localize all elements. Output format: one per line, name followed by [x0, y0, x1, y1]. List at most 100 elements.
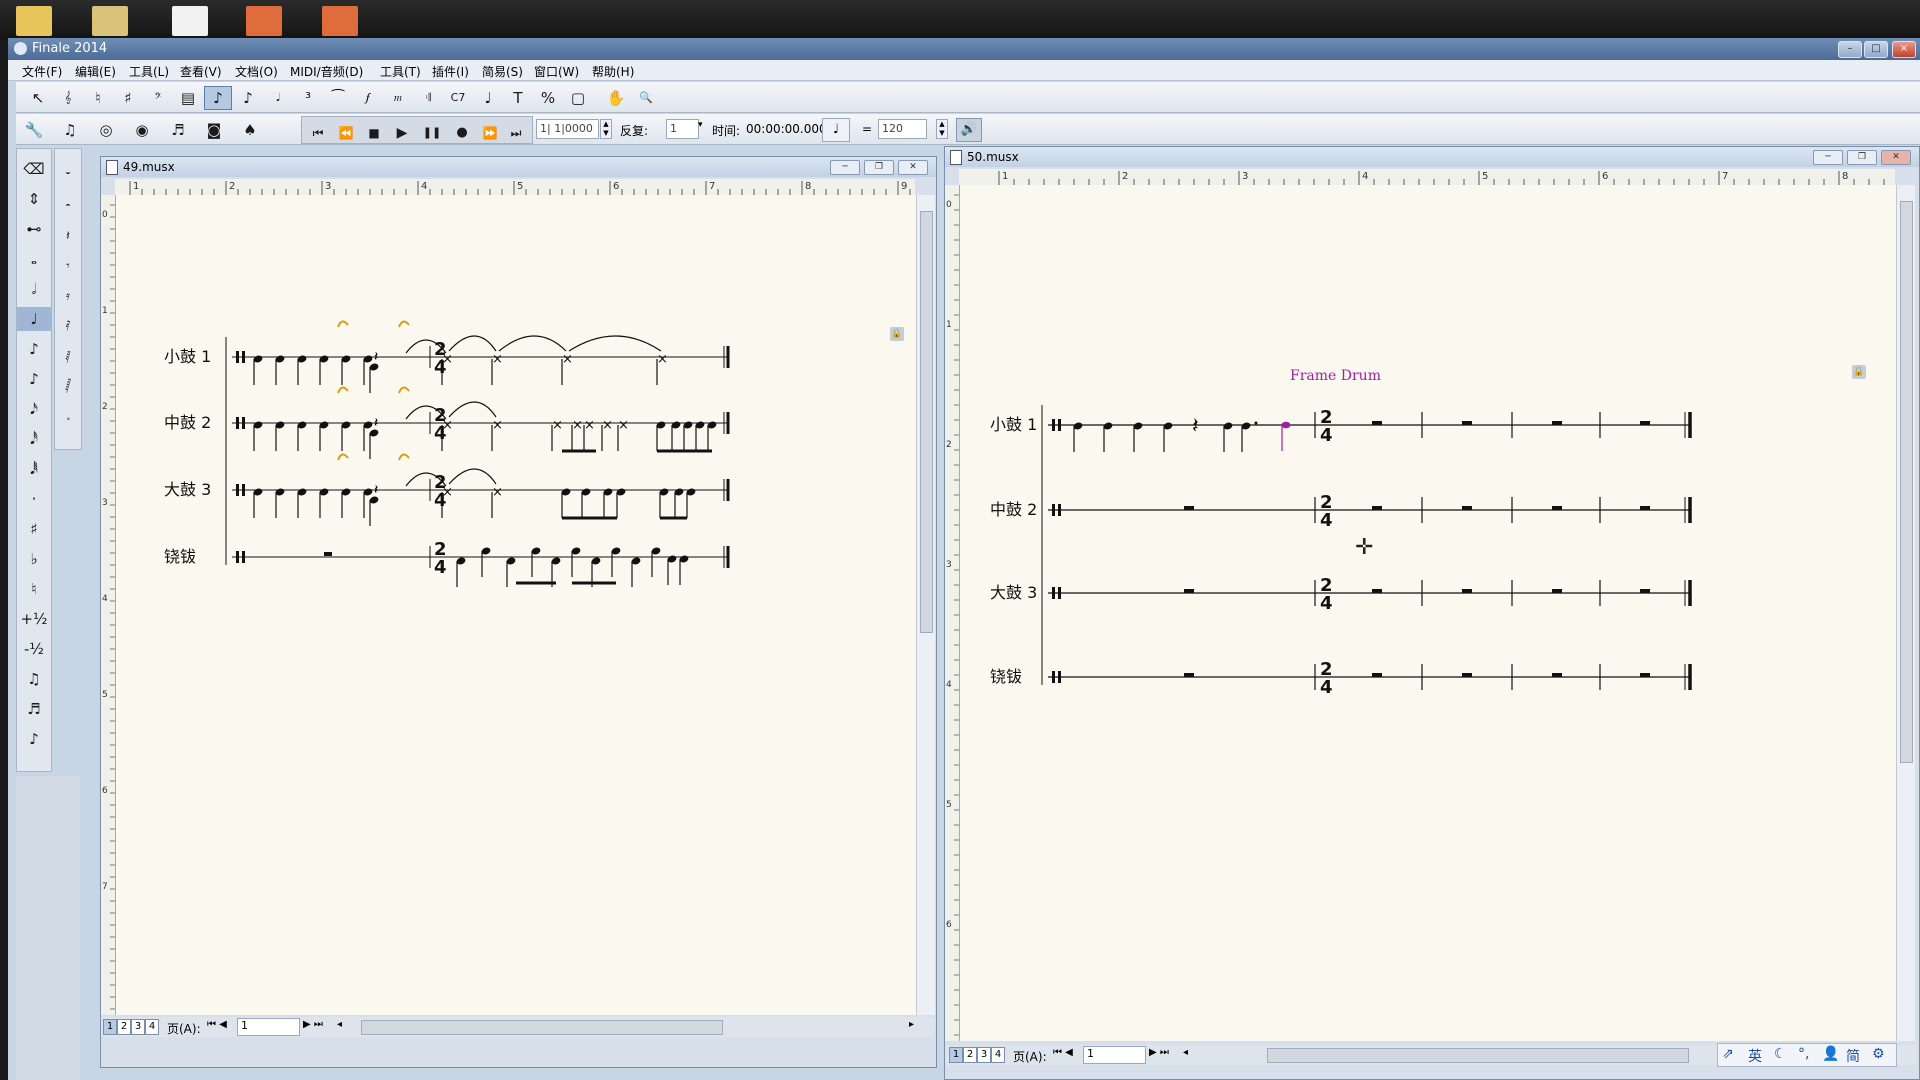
- rewind-start-button[interactable]: ⏮: [304, 121, 332, 145]
- tempo-note-icon[interactable]: ♩: [822, 118, 850, 142]
- simple-entry-tool-icon[interactable]: ♪: [204, 86, 232, 110]
- speedy-entry-tool-icon[interactable]: ♪: [234, 86, 262, 110]
- page-2-button[interactable]: 2: [117, 1019, 131, 1035]
- fast-forward-button[interactable]: ⏩: [476, 121, 504, 145]
- rest-item-4[interactable]: 𝄾: [55, 255, 81, 279]
- palette-item-10[interactable]: 𝅘𝅥𝅰: [17, 427, 51, 451]
- chord-tool-icon[interactable]: C7: [444, 86, 472, 110]
- ossia-tool-icon[interactable]: ♬: [164, 118, 192, 142]
- powerpoint-file-icon[interactable]: [322, 6, 358, 36]
- clef-tool-icon[interactable]: ♮: [84, 86, 112, 110]
- record-button[interactable]: ●: [448, 121, 476, 145]
- text-tool-icon[interactable]: T: [504, 86, 532, 110]
- doc2-vertical-scrollbar[interactable]: [1896, 185, 1915, 1041]
- maximize-button[interactable]: □: [1864, 41, 1888, 58]
- zoom-icon[interactable]: 🔍: [632, 86, 660, 110]
- note-mover-icon[interactable]: ◙: [200, 118, 228, 142]
- page-4-button[interactable]: 4: [145, 1019, 159, 1035]
- measure-tool-icon[interactable]: ▤: [174, 86, 202, 110]
- menu-tools2[interactable]: 工具(T): [380, 63, 421, 80]
- staff-tool-icon[interactable]: 𝄞: [54, 86, 82, 110]
- gear-icon[interactable]: ⚙: [1872, 1046, 1885, 1062]
- pdf-file-icon[interactable]: [172, 6, 208, 36]
- palette-item-11[interactable]: 𝅘𝅥𝅱: [17, 457, 51, 481]
- midi-tool-icon[interactable]: ♫: [56, 118, 84, 142]
- palette-item-15[interactable]: ♮: [17, 577, 51, 601]
- hand-grabber-icon[interactable]: ✋: [602, 86, 630, 110]
- page-1-button[interactable]: 1: [103, 1019, 117, 1035]
- folder-icon[interactable]: [16, 6, 52, 36]
- palette-item-5[interactable]: 𝅗𝅥: [17, 277, 51, 301]
- page-layout-tool-icon[interactable]: ▢: [564, 86, 592, 110]
- measure-counter-field[interactable]: 1| 1|0000: [536, 119, 599, 139]
- minimize-button[interactable]: –: [1838, 41, 1862, 58]
- lock-icon[interactable]: 🔒: [1852, 365, 1866, 379]
- tempo-spinner[interactable]: ▲ ▼: [936, 119, 948, 139]
- page-number-field[interactable]: 1: [1083, 1046, 1146, 1064]
- doc2-hscroll-thumb[interactable]: [1267, 1048, 1689, 1063]
- doc1-close-button[interactable]: ✕: [898, 160, 928, 175]
- doc1-vertical-scrollbar[interactable]: [916, 195, 935, 1015]
- repeat-tool-icon[interactable]: 𝄇: [414, 86, 442, 110]
- page-3-button[interactable]: 3: [131, 1019, 145, 1035]
- palette-item-16[interactable]: +½: [17, 607, 51, 631]
- time-signature-tool-icon[interactable]: 𝄢: [144, 86, 172, 110]
- measure-spinner[interactable]: ▲ ▼: [600, 119, 612, 139]
- expression-tool-icon[interactable]: 𝆐: [384, 86, 412, 110]
- stop-button[interactable]: ■: [360, 121, 388, 145]
- menu-window[interactable]: 窗口(W): [534, 63, 579, 80]
- menu-midi-audio[interactable]: MIDI/音频(D): [290, 63, 363, 80]
- first-page-button[interactable]: ⏮ ◀: [207, 1019, 227, 1030]
- doc1-minimize-button[interactable]: ─: [830, 160, 860, 175]
- powerpoint-file-icon[interactable]: [246, 6, 282, 36]
- pause-button[interactable]: ❚❚: [418, 121, 446, 145]
- metronome-icon[interactable]: ♠: [236, 118, 264, 142]
- menu-tools[interactable]: 工具(L): [129, 63, 169, 80]
- punctuation-icon[interactable]: °,: [1798, 1046, 1809, 1062]
- menu-view[interactable]: 查看(V): [180, 63, 222, 80]
- repeat-field[interactable]: 1: [666, 119, 699, 139]
- ime-english-label[interactable]: 英: [1748, 1046, 1762, 1066]
- chevron-down-icon[interactable]: ▾: [698, 120, 703, 130]
- forward-end-button[interactable]: ⏭: [502, 121, 530, 145]
- palette-item-6[interactable]: ♩: [17, 307, 51, 331]
- setup-wizard-icon[interactable]: 🔧: [20, 118, 48, 142]
- special-tools-icon[interactable]: ◉: [128, 118, 156, 142]
- palette-item-18[interactable]: ♫: [17, 667, 51, 691]
- palette-item-13[interactable]: ♯: [17, 517, 51, 541]
- next-page-button[interactable]: ▶ ⏭: [303, 1019, 323, 1030]
- close-button[interactable]: ×: [1892, 41, 1916, 58]
- hscroll-right-button[interactable]: ▸: [909, 1019, 914, 1030]
- menu-plugins[interactable]: 插件(I): [432, 63, 469, 80]
- palette-item-2[interactable]: ⇕: [17, 187, 51, 211]
- next-page-button[interactable]: ▶ ⏭: [1149, 1047, 1169, 1058]
- key-signature-tool-icon[interactable]: ♯: [114, 86, 142, 110]
- rest-item-8[interactable]: 𝅂: [55, 375, 81, 399]
- smart-shape-tool-icon[interactable]: ⁀: [324, 86, 352, 110]
- play-button[interactable]: ▶: [388, 121, 416, 145]
- palette-item-20[interactable]: ♪: [17, 727, 51, 751]
- palette-item-19[interactable]: ♬: [17, 697, 51, 721]
- palette-item-9[interactable]: 𝅘𝅥𝅯: [17, 397, 51, 421]
- mirror-tool-icon[interactable]: ◎: [92, 118, 120, 142]
- moon-icon[interactable]: ☾: [1774, 1046, 1787, 1062]
- tempo-field[interactable]: 120: [878, 119, 927, 139]
- menu-simple[interactable]: 简易(S): [482, 63, 523, 80]
- folder-icon[interactable]: [92, 6, 128, 36]
- doc2-minimize-button[interactable]: ─: [1813, 150, 1843, 165]
- hyperscribe-tool-icon[interactable]: 𝅘𝅥: [264, 86, 292, 110]
- resize-tool-icon[interactable]: %: [534, 86, 562, 110]
- palette-item-14[interactable]: ♭: [17, 547, 51, 571]
- first-page-button[interactable]: ⏮ ◀: [1053, 1047, 1073, 1058]
- menu-document[interactable]: 文档(O): [235, 63, 278, 80]
- selection-tool-icon[interactable]: ↖: [24, 86, 52, 110]
- user-icon[interactable]: 👤: [1822, 1046, 1839, 1062]
- page-number-field[interactable]: 1: [237, 1018, 300, 1036]
- ime-switch-icon[interactable]: ⇗: [1722, 1046, 1734, 1062]
- rest-item-5[interactable]: 𝄿: [55, 285, 81, 309]
- doc2-close-button[interactable]: ✕: [1881, 150, 1911, 165]
- doc2-vscroll-thumb[interactable]: [1900, 201, 1913, 763]
- palette-item-7[interactable]: ♪: [17, 337, 51, 361]
- lyrics-tool-icon[interactable]: ♩: [474, 86, 502, 110]
- palette-item-8[interactable]: ♪: [17, 367, 51, 391]
